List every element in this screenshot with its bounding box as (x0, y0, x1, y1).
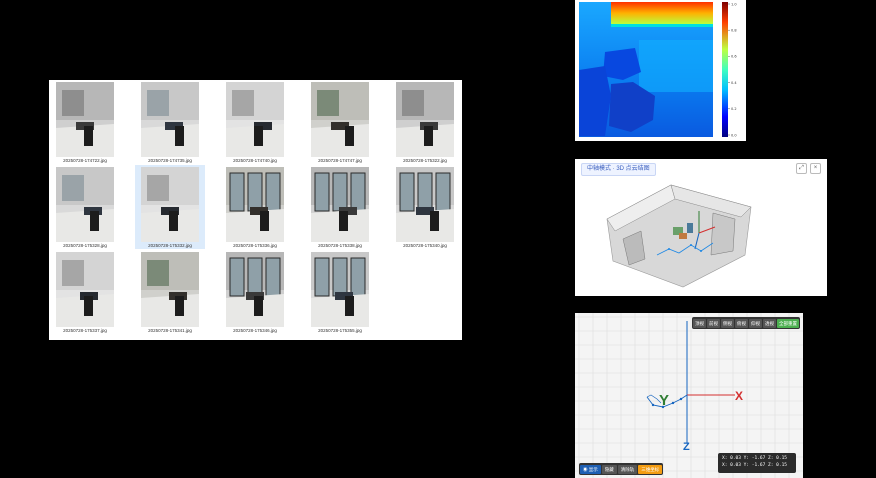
file-name-label: 20250728-175346.jpg (233, 328, 277, 333)
image-file-tile[interactable]: 20250728-175355.jpg (305, 250, 375, 334)
image-file-tile[interactable]: 20250728-175340.jpg (390, 165, 460, 249)
photo-image (56, 252, 114, 327)
file-name-label: 20250728-175337.jpg (63, 328, 107, 333)
photo-image (311, 167, 369, 242)
reset-all-button[interactable]: 全部重置 (777, 318, 799, 328)
photo-thumbnail (141, 82, 199, 157)
view-side-button[interactable]: 侧视 (721, 318, 734, 328)
colorbar-tick-label: 1.0 (731, 2, 737, 6)
depth-map-panel: 1.0 0.8 0.6 0.4 0.2 0.0 (575, 0, 746, 141)
colorbar (722, 2, 728, 137)
photo-image (56, 167, 114, 242)
3d-coords-button[interactable]: 三维坐标 (638, 464, 663, 474)
view-toolbar: 顶视 前视 侧视 俯视 仰视 透视 全部重置 (692, 317, 800, 329)
image-file-tile[interactable]: 20250728-175322.jpg (390, 80, 460, 164)
photo-thumbnail (226, 82, 284, 157)
photo-image (226, 82, 284, 157)
z-axis-label: Z (683, 441, 690, 453)
clear-track-button[interactable]: 清除轨 (617, 464, 638, 474)
image-file-tile[interactable]: 20250728-174747.jpg (305, 80, 375, 164)
photo-image (141, 167, 199, 242)
hide-button[interactable]: 隐藏 (601, 464, 617, 474)
file-grid-panel: 20250728-174722.jpg 20250728-174735.jpg 20… (49, 80, 462, 340)
colorbar-tick-label: 0.4 (731, 81, 737, 85)
file-name-label: 20250728-175340.jpg (403, 243, 447, 248)
file-name-label: 20250728-174747.jpg (318, 158, 362, 163)
photo-thumbnail (226, 252, 284, 327)
photo-image (311, 252, 369, 327)
photo-image (141, 82, 199, 157)
trajectory-panel: Y X Z 顶视 前视 侧视 俯视 仰视 透视 全部重置 ◉ 显示 隐藏 清除轨… (575, 313, 803, 478)
x-axis-label: X (735, 389, 743, 403)
view-down-button[interactable]: 俯视 (735, 318, 748, 328)
coord-line: X: 0.03 Y: -1.67 Z: 0.15 (722, 456, 788, 461)
file-name-label: 20250728-175322.jpg (403, 158, 447, 163)
view-up-button[interactable]: 仰视 (749, 318, 762, 328)
file-name-label: 20250728-174722.jpg (63, 158, 107, 163)
photo-thumbnail (396, 82, 454, 157)
photo-image (396, 167, 454, 242)
file-name-label: 20250728-175338.jpg (318, 243, 362, 248)
view-top-button[interactable]: 顶视 (693, 318, 706, 328)
coord-line: X: 0.03 Y: -1.67 Z: 0.15 (722, 463, 788, 468)
file-name-label: 20250728-175336.jpg (233, 243, 277, 248)
photo-thumbnail (226, 167, 284, 242)
photo-thumbnail (396, 167, 454, 242)
image-file-tile[interactable]: 20250728-175338.jpg (305, 165, 375, 249)
photo-image (141, 252, 199, 327)
file-name-label: 20250728-175341.jpg (148, 328, 192, 333)
file-name-label: 20250728-174735.jpg (148, 158, 192, 163)
image-file-tile[interactable]: 20250728-175346.jpg (220, 250, 290, 334)
image-file-tile[interactable]: 20250728-174722.jpg (50, 80, 120, 164)
image-file-tile[interactable]: 20250728-175337.jpg (50, 250, 120, 334)
show-button[interactable]: ◉ 显示 (580, 464, 601, 474)
image-file-tile[interactable]: 20250728-174740.jpg (220, 80, 290, 164)
point-cloud-panel: 中轴模式 · 3D 点云结图 ⤢ × (575, 159, 827, 296)
file-name-label: 20250728-174740.jpg (233, 158, 277, 163)
file-name-label: 20250728-175355.jpg (318, 328, 362, 333)
image-file-tile[interactable]: 20250728-175341.jpg (135, 250, 205, 334)
depth-map-figure: 1.0 0.8 0.6 0.4 0.2 0.0 (579, 2, 737, 137)
view-perspective-button[interactable]: 透视 (763, 318, 776, 328)
trajectory-controls: ◉ 显示 隐藏 清除轨 三维坐标 (579, 463, 664, 475)
photo-thumbnail (311, 167, 369, 242)
image-file-tile[interactable]: 20250728-174735.jpg (135, 80, 205, 164)
photo-image (311, 82, 369, 157)
photo-image (56, 82, 114, 157)
photo-thumbnail (141, 167, 199, 242)
photo-thumbnail (141, 252, 199, 327)
coordinate-readout: X: 0.03 Y: -1.67 Z: 0.15 X: 0.03 Y: -1.6… (718, 453, 796, 473)
image-file-tile[interactable]: 20250728-175336.jpg (220, 165, 290, 249)
image-file-tile[interactable]: 20250728-175332.jpg (135, 165, 205, 249)
photo-image (226, 252, 284, 327)
photo-thumbnail (56, 82, 114, 157)
photo-thumbnail (56, 167, 114, 242)
photo-image (396, 82, 454, 157)
image-file-tile[interactable]: 20250728-175328.jpg (50, 165, 120, 249)
colorbar-tick-label: 0.2 (731, 107, 737, 111)
colorbar-tick-label: 0.6 (731, 55, 737, 59)
point-cloud-view[interactable] (575, 159, 827, 296)
colorbar-tick-label: 0.8 (731, 29, 737, 33)
file-name-label: 20250728-175328.jpg (63, 243, 107, 248)
photo-thumbnail (311, 252, 369, 327)
photo-thumbnail (56, 252, 114, 327)
view-front-button[interactable]: 前视 (707, 318, 720, 328)
colorbar-tick-label: 0.0 (731, 133, 737, 137)
y-axis-label: Y (659, 392, 669, 409)
photo-image (226, 167, 284, 242)
file-name-label: 20250728-175332.jpg (148, 243, 192, 248)
photo-thumbnail (311, 82, 369, 157)
